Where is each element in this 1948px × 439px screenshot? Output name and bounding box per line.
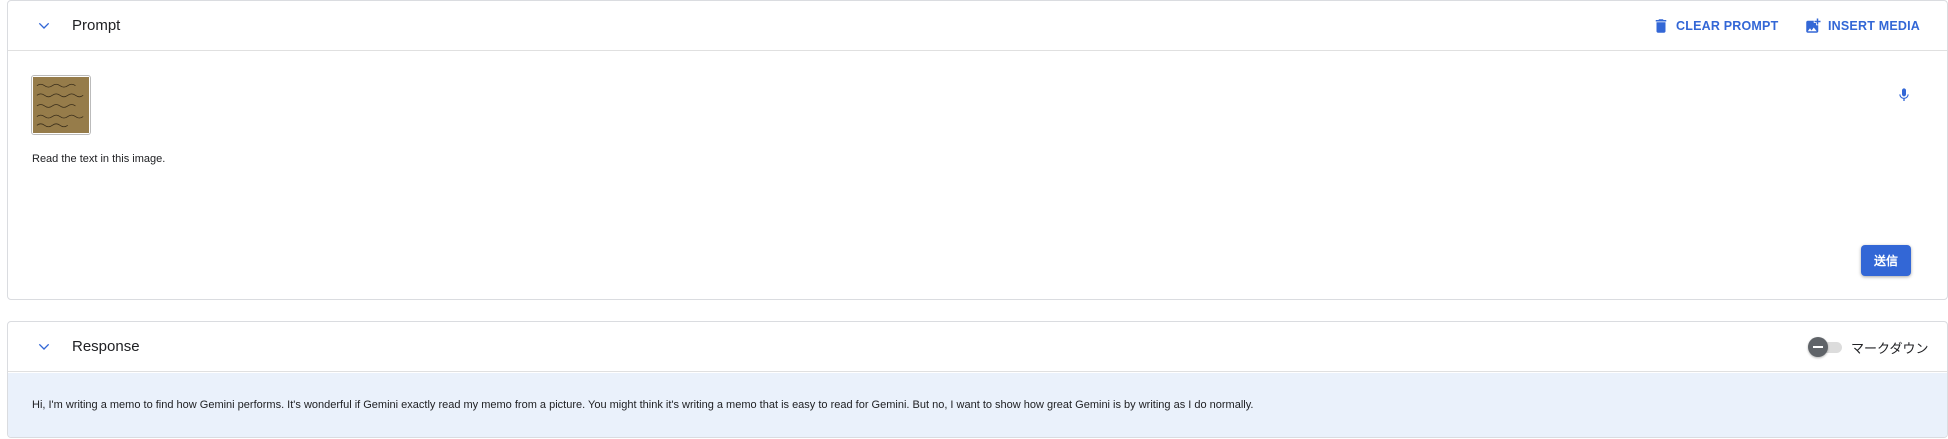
markdown-toggle-group: マークダウン — [1808, 336, 1928, 358]
mic-icon[interactable] — [1896, 87, 1912, 103]
chevron-down-icon[interactable] — [36, 18, 52, 34]
clear-prompt-label: CLEAR PROMPT — [1676, 19, 1779, 33]
response-title: Response — [72, 338, 140, 355]
attached-image-thumbnail[interactable] — [31, 75, 91, 135]
insert-media-label: INSERT MEDIA — [1828, 19, 1920, 33]
response-panel: Response マークダウン Hi, I'm writing a memo t… — [7, 321, 1948, 438]
clear-prompt-button[interactable]: CLEAR PROMPT — [1652, 15, 1778, 37]
insert-media-button[interactable]: INSERT MEDIA — [1804, 15, 1920, 37]
markdown-label: マークダウン — [1851, 341, 1929, 357]
add-photo-icon — [1806, 18, 1821, 33]
prompt-panel: Prompt CLEAR PROMPT INSERT MEDIA Read th… — [7, 0, 1948, 300]
minus-icon — [1808, 337, 1828, 357]
response-text: Hi, I'm writing a memo to find how Gemin… — [32, 399, 1254, 411]
send-button[interactable]: 送信 — [1861, 245, 1911, 276]
handwritten-memo-image — [33, 77, 89, 133]
prompt-text[interactable]: Read the text in this image. — [32, 153, 165, 165]
chevron-down-icon[interactable] — [36, 339, 52, 355]
markdown-toggle[interactable] — [1808, 337, 1842, 357]
trash-icon — [1655, 19, 1667, 33]
response-header: Response マークダウン — [8, 322, 1947, 372]
prompt-title: Prompt — [72, 17, 121, 34]
response-body: Hi, I'm writing a memo to find how Gemin… — [8, 373, 1947, 437]
prompt-header: Prompt CLEAR PROMPT INSERT MEDIA — [8, 1, 1947, 51]
